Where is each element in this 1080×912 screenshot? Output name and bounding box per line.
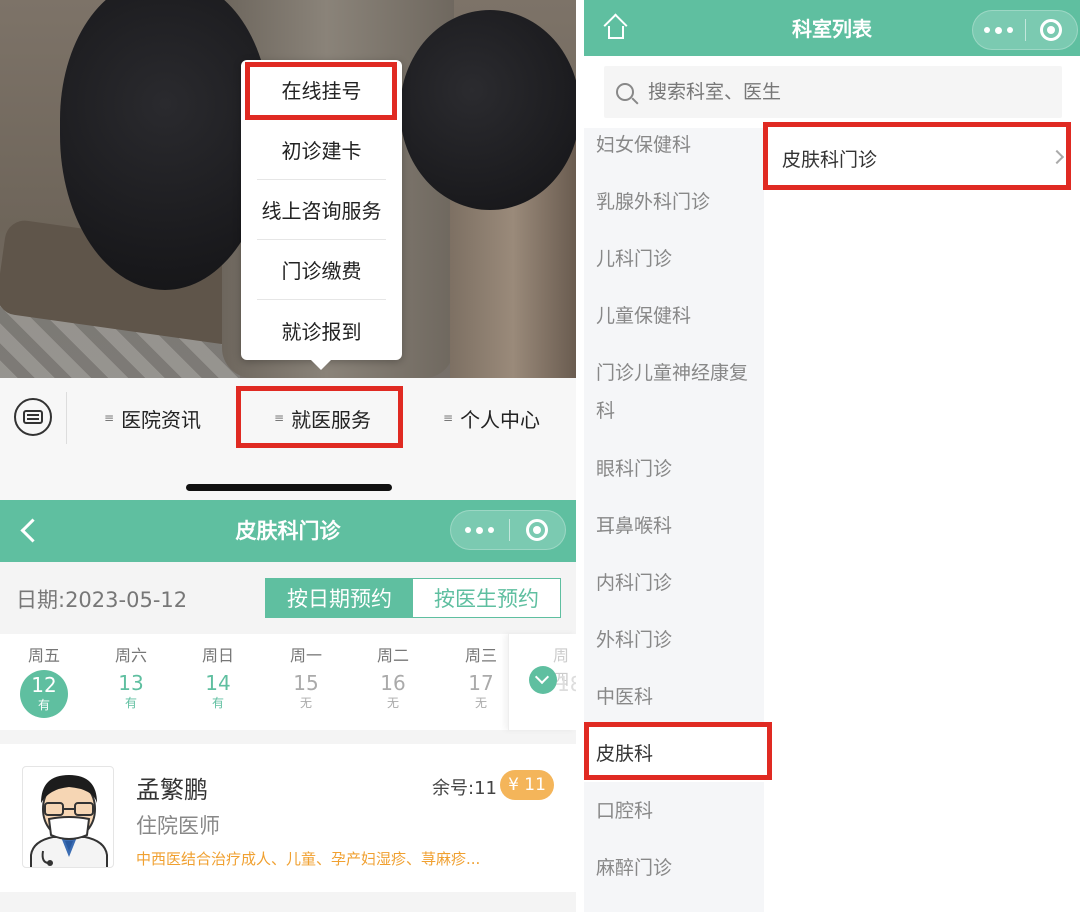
search-icon (616, 83, 634, 101)
tab-label: 就医服务 (291, 407, 372, 432)
search-input[interactable] (648, 81, 1028, 103)
tab-label: 个人中心 (460, 407, 541, 432)
weekday-label: 周六 (114, 646, 147, 665)
week-expand[interactable]: 周四 18 (508, 634, 582, 730)
day-item[interactable]: 周日 14 有 (188, 642, 248, 711)
search-bar (584, 56, 1080, 128)
dept-item[interactable]: 儿科门诊 (584, 230, 764, 287)
chevron-down-icon[interactable] (529, 666, 557, 694)
day-number: 17 (468, 671, 494, 695)
weekday-label: 周二 (376, 646, 409, 665)
more-dots-icon[interactable] (973, 11, 1025, 49)
dept-item-selected[interactable]: 皮肤科 (584, 725, 764, 782)
doctor-specialty: 中西医结合治疗成人、儿童、孕产妇湿疹、荨麻疹... (136, 850, 481, 868)
home-indicator[interactable] (186, 484, 392, 491)
close-target-icon[interactable] (1025, 11, 1077, 49)
dept-navbar: 科室列表 (584, 0, 1080, 56)
day-number: 16 (380, 671, 406, 695)
service-popup-menu: 在线挂号 初诊建卡 线上咨询服务 门诊缴费 就诊报到 (241, 60, 402, 370)
search-box[interactable] (604, 66, 1062, 118)
dept-item[interactable]: 妇女保健科 (584, 128, 764, 173)
tab-divider (66, 392, 67, 444)
dept-item[interactable]: 麻醉门诊 (584, 839, 764, 896)
day-item-selected[interactable]: 周五 12 有 (14, 642, 74, 718)
close-target-icon[interactable] (509, 511, 565, 549)
animal-fur-right (400, 10, 576, 210)
schedule-screen: 皮肤科门诊 日期:2023-05-12 按日期预约 按医生预约 周五 12 有 … (0, 500, 582, 912)
menu-lines-icon: ≡ (104, 411, 114, 425)
menu-item-first-visit-card[interactable]: 初诊建卡 (257, 120, 386, 180)
doctor-name: 孟繁鹏 (136, 776, 208, 804)
weekday-label: 周三 (464, 646, 497, 665)
dept-item[interactable]: 耳鼻喉科 (584, 497, 764, 554)
menu-item-online-consult[interactable]: 线上咨询服务 (257, 180, 386, 240)
weekday-label: 周日 (201, 646, 234, 665)
department-list-screen: 科室列表 妇女保健科 乳腺外科门诊 儿科门诊 儿童保健科 门诊儿童神经康复科 眼… (584, 0, 1080, 912)
day-item[interactable]: 周六 13 有 (101, 642, 161, 711)
day-item[interactable]: 周三 17 无 (451, 642, 511, 711)
sub-dept-item[interactable]: 皮肤科门诊 (764, 128, 1066, 188)
doctor-title: 住院医师 (136, 814, 220, 838)
weekday-label: 周一 (289, 646, 322, 665)
day-number: 13 (118, 671, 144, 695)
tab-hospital-news[interactable]: ≡ 医院资讯 (104, 402, 201, 434)
price-badge: ¥ 11 (500, 770, 554, 800)
menu-lines-icon: ≡ (443, 411, 453, 425)
tab-by-doctor[interactable]: 按医生预约 (413, 579, 560, 617)
bottom-tab-bar: ≡ 医院资讯 ≡ 就医服务 ≡ 个人中心 (0, 378, 576, 500)
dept-item[interactable]: 内科门诊 (584, 554, 764, 611)
dept-item[interactable]: 口腔科 (584, 782, 764, 839)
sub-dept-label: 皮肤科门诊 (782, 148, 878, 171)
day-number: 14 (205, 671, 231, 695)
day-status: 有 (211, 696, 224, 710)
keyboard-icon[interactable] (14, 398, 52, 436)
menu-item-outpatient-payment[interactable]: 门诊缴费 (257, 240, 386, 300)
week-strip: 周五 12 有 周六 13 有 周日 14 有 周一 15 无 周二 16 无 … (0, 634, 582, 730)
menu-item-online-register[interactable]: 在线挂号 (257, 60, 386, 120)
day-item[interactable]: 周一 15 无 (276, 642, 336, 711)
dept-item[interactable]: 儿童保健科 (584, 287, 764, 344)
dept-item[interactable]: 眼科门诊 (584, 440, 764, 497)
tab-medical-service[interactable]: ≡ 就医服务 (274, 402, 371, 434)
tab-personal-center[interactable]: ≡ 个人中心 (443, 402, 540, 434)
day-number: 12 (31, 673, 57, 697)
miniprogram-capsule (972, 10, 1078, 50)
dept-item[interactable]: 中医科 (584, 668, 764, 725)
booking-mode-toggle: 按日期预约 按医生预约 (265, 578, 561, 618)
remaining-slots: 余号:11 (432, 778, 497, 799)
day-item[interactable]: 周二 16 无 (363, 642, 423, 711)
menu-lines-icon: ≡ (274, 411, 284, 425)
schedule-navbar: 皮肤科门诊 (0, 500, 576, 562)
more-dots-icon[interactable] (451, 511, 509, 549)
chevron-right-icon (1049, 149, 1065, 165)
day-status: 无 (299, 696, 312, 710)
department-category-list: 妇女保健科 乳腺外科门诊 儿科门诊 儿童保健科 门诊儿童神经康复科 眼科门诊 耳… (584, 128, 764, 912)
date-row: 日期:2023-05-12 按日期预约 按医生预约 (0, 562, 576, 634)
dept-item[interactable]: 门诊儿童神经康复科 (584, 344, 764, 440)
date-label: 日期:2023-05-12 (16, 588, 188, 612)
dept-item[interactable]: 乳腺外科门诊 (584, 173, 764, 230)
day-number: 15 (293, 671, 319, 695)
weekday-label: 周五 (27, 646, 60, 665)
doctor-avatar (22, 766, 114, 868)
tab-by-date[interactable]: 按日期预约 (266, 579, 413, 617)
miniprogram-capsule (450, 510, 566, 550)
doctor-card[interactable]: 孟繁鹏 住院医师 中西医结合治疗成人、儿童、孕产妇湿疹、荨麻疹... 余号:11… (0, 744, 576, 892)
day-status: 无 (474, 696, 487, 710)
menu-item-check-in[interactable]: 就诊报到 (257, 300, 386, 360)
dept-item[interactable]: 外科门诊 (584, 611, 764, 668)
day-status: 无 (386, 696, 399, 710)
panel-separator (576, 0, 584, 912)
day-status: 有 (37, 698, 50, 712)
tab-label: 医院资讯 (121, 407, 202, 432)
sub-department-list: 皮肤科门诊 (764, 128, 1080, 912)
day-status: 有 (124, 696, 137, 710)
